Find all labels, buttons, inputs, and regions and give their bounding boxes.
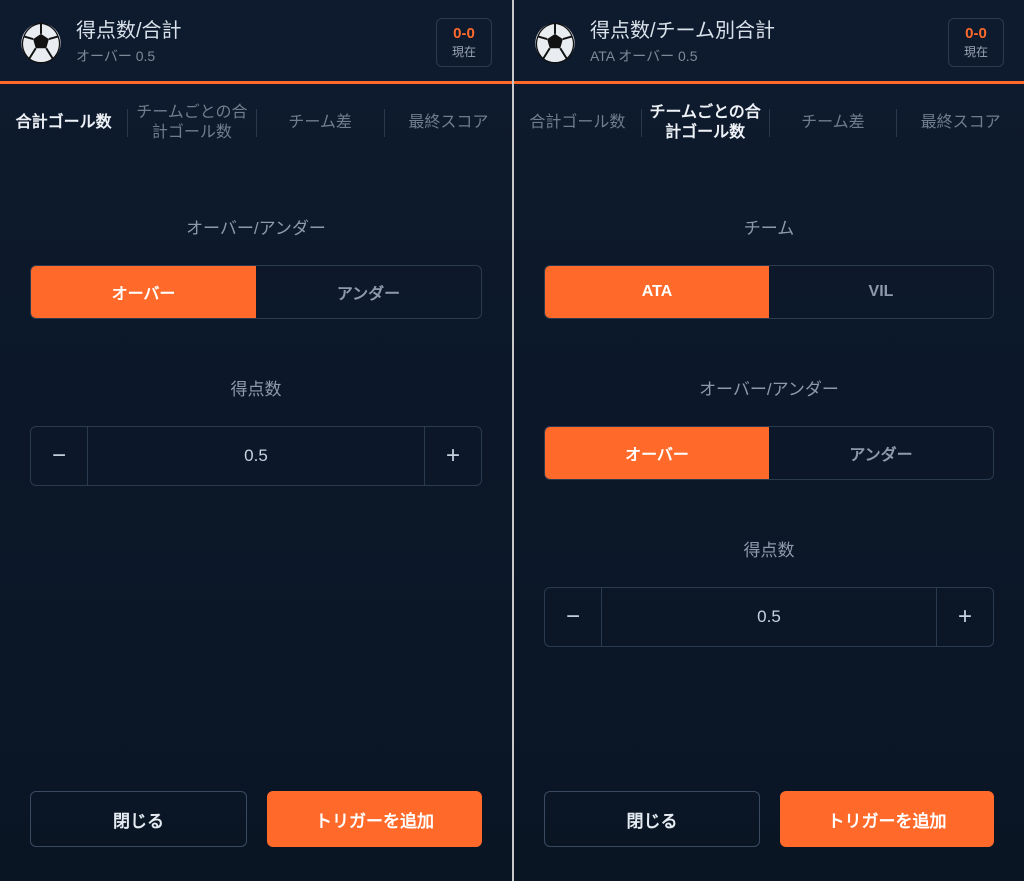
increment-button[interactable]: + (937, 588, 993, 646)
tab-team-goals[interactable]: チームごとの合計ゴール数 (642, 84, 769, 162)
points-value: 0.5 (601, 588, 937, 646)
under-option[interactable]: アンダー (769, 427, 993, 479)
add-trigger-button[interactable]: トリガーを追加 (267, 791, 482, 847)
team-segment: ATA VIL (544, 265, 994, 319)
header-title: 得点数/合計 (76, 19, 422, 44)
panel-content: オーバー/アンダー オーバー アンダー 得点数 − 0.5 + (0, 162, 512, 492)
over-under-label: オーバー/アンダー (30, 214, 482, 239)
points-label: 得点数 (30, 375, 482, 400)
tab-final-score[interactable]: 最終スコア (897, 84, 1024, 162)
add-trigger-button[interactable]: トリガーを追加 (780, 791, 994, 847)
points-value: 0.5 (87, 427, 425, 485)
panel-header: 得点数/チーム別合計 ATA オーバー 0.5 0-0 現在 (514, 0, 1024, 81)
team-label: チーム (544, 214, 994, 239)
panel-content: チーム ATA VIL オーバー/アンダー オーバー アンダー 得点数 − 0.… (514, 162, 1024, 647)
close-button[interactable]: 閉じる (30, 791, 247, 847)
under-option[interactable]: アンダー (256, 266, 481, 318)
header-titles: 得点数/合計 オーバー 0.5 (76, 19, 422, 66)
panel-total-goals: 得点数/合計 オーバー 0.5 0-0 現在 合計ゴール数 チームごとの合計ゴー… (0, 0, 512, 881)
over-under-segment: オーバー アンダー (544, 426, 994, 480)
over-option[interactable]: オーバー (545, 427, 769, 479)
header-subtitle: ATA オーバー 0.5 (590, 46, 934, 66)
score-value: 0-0 (961, 25, 991, 42)
header-titles: 得点数/チーム別合計 ATA オーバー 0.5 (590, 19, 934, 66)
score-label: 現在 (961, 43, 991, 60)
tab-team-diff[interactable]: チーム差 (257, 84, 384, 162)
team-option-ata[interactable]: ATA (545, 266, 769, 318)
tab-team-diff[interactable]: チーム差 (770, 84, 897, 162)
score-box: 0-0 現在 (436, 18, 492, 67)
panel-team-goals: 得点数/チーム別合計 ATA オーバー 0.5 0-0 現在 合計ゴール数 チー… (512, 0, 1024, 881)
panel-header: 得点数/合計 オーバー 0.5 0-0 現在 (0, 0, 512, 81)
over-under-segment: オーバー アンダー (30, 265, 482, 319)
soccer-ball-icon (20, 22, 62, 64)
score-value: 0-0 (449, 25, 479, 42)
close-button[interactable]: 閉じる (544, 791, 760, 847)
panel-footer: 閉じる トリガーを追加 (514, 791, 1024, 881)
tabs: 合計ゴール数 チームごとの合計ゴール数 チーム差 最終スコア (0, 84, 512, 162)
over-under-label: オーバー/アンダー (544, 375, 994, 400)
panel-footer: 閉じる トリガーを追加 (0, 791, 512, 881)
soccer-ball-icon (534, 22, 576, 64)
tab-total-goals[interactable]: 合計ゴール数 (0, 84, 127, 162)
score-label: 現在 (449, 43, 479, 60)
header-subtitle: オーバー 0.5 (76, 46, 422, 66)
points-label: 得点数 (544, 536, 994, 561)
tab-team-goals[interactable]: チームごとの合計ゴール数 (128, 84, 255, 162)
tab-total-goals[interactable]: 合計ゴール数 (514, 84, 641, 162)
points-stepper: − 0.5 + (544, 587, 994, 647)
header-title: 得点数/チーム別合計 (590, 19, 934, 44)
decrement-button[interactable]: − (545, 588, 601, 646)
score-box: 0-0 現在 (948, 18, 1004, 67)
decrement-button[interactable]: − (31, 427, 87, 485)
tab-final-score[interactable]: 最終スコア (385, 84, 512, 162)
team-option-vil[interactable]: VIL (769, 266, 993, 318)
tabs: 合計ゴール数 チームごとの合計ゴール数 チーム差 最終スコア (514, 84, 1024, 162)
over-option[interactable]: オーバー (31, 266, 256, 318)
increment-button[interactable]: + (425, 427, 481, 485)
points-stepper: − 0.5 + (30, 426, 482, 486)
